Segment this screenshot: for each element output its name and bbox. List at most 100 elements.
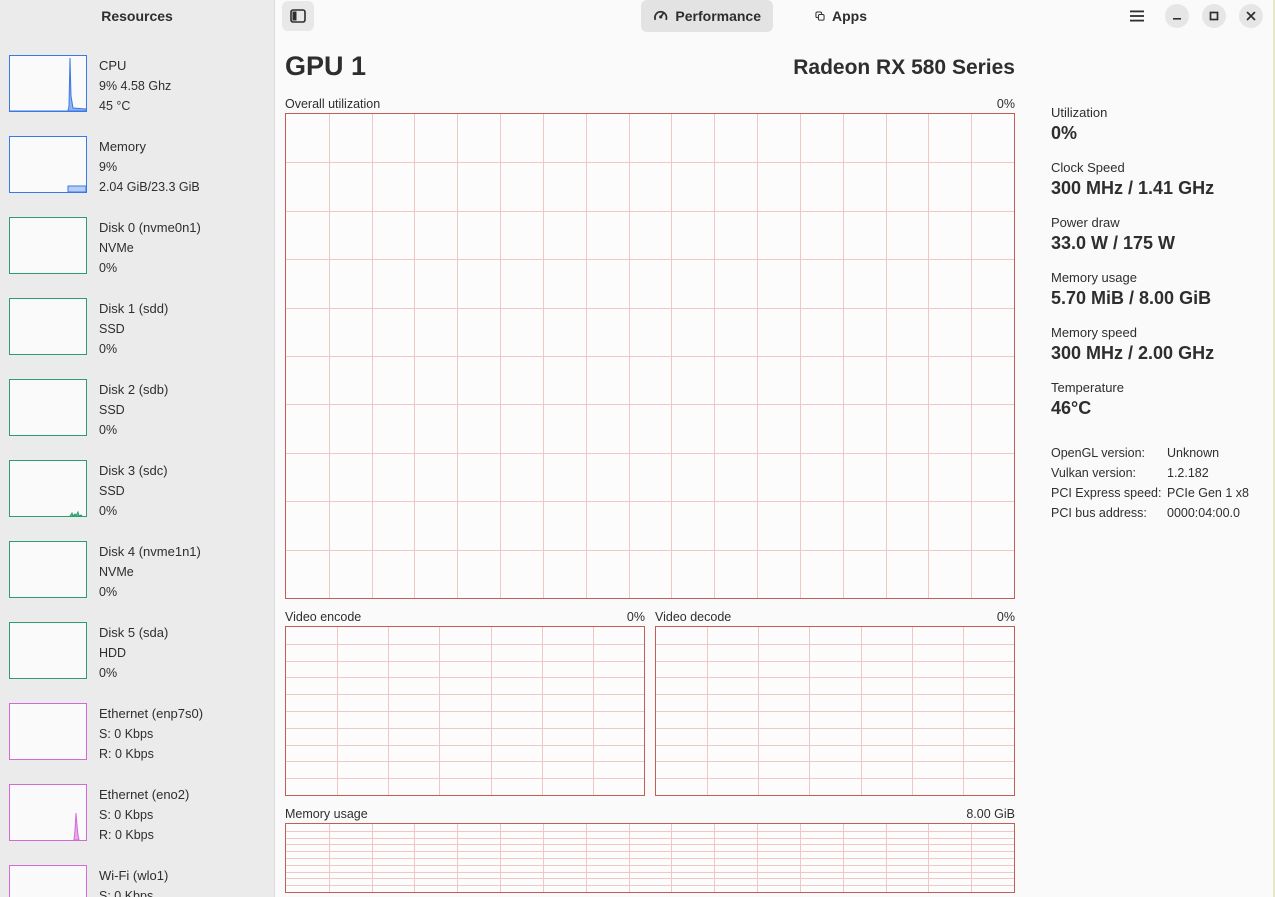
sidebar-item-disk-0-nvme0n1[interactable]: Disk 0 (nvme0n1) NVMe 0%: [9, 217, 269, 277]
overall-utilization-graph: [285, 113, 1015, 599]
sidebar: Resources CPU 9% 4.58 Ghz 45 °C Memory 9% 2.0…: [0, 0, 275, 897]
resource-text: Disk 2 (sdb) SSD 0%: [99, 380, 168, 440]
resource-thumbnail-graph: [9, 379, 87, 436]
resource-text: Ethernet (enp7s0) S: 0 Kbps R: 0 Kbps: [99, 704, 203, 764]
resource-detail-2: R: 0 Kbps: [99, 747, 154, 761]
video-decode-label: Video decode: [655, 610, 732, 624]
overall-utilization-label: Overall utilization: [285, 97, 381, 111]
stat-value: 33.0 W / 175 W: [1051, 233, 1176, 253]
maximize-icon: [1209, 11, 1219, 21]
tab-apps[interactable]: Apps: [803, 0, 879, 32]
stat-value: 300 MHz / 1.41 GHz: [1051, 178, 1215, 198]
thumbnail-graph-line: [73, 812, 80, 840]
resource-detail-2: 0%: [99, 342, 118, 356]
gpu-info-table: OpenGL version: Unknown Vulkan version: 1.2…: [1051, 443, 1249, 523]
main-menu-button[interactable]: [1125, 4, 1149, 28]
stat-label: Utilization: [1051, 105, 1108, 120]
resource-text: Wi-Fi (wlo1) S: 0 Kbps: [99, 866, 168, 897]
gpu-stats-panel: Utilization 0% Clock Speed 300 MHz / 1.41 G…: [1051, 104, 1271, 434]
resource-name: Disk 4 (nvme1n1): [99, 544, 201, 559]
stat-value: 46°C: [1051, 398, 1092, 418]
stat-label: Temperature: [1051, 380, 1124, 395]
info-value: Unknown: [1167, 446, 1220, 460]
memory-usage-graph: [285, 823, 1015, 893]
apps-icon: [815, 11, 825, 21]
resource-name: Wi-Fi (wlo1): [99, 868, 169, 883]
resource-detail-2: 0%: [99, 423, 118, 437]
stat-label: Power draw: [1051, 215, 1120, 230]
sidebar-item-memory[interactable]: Memory 9% 2.04 GiB/23.3 GiB: [9, 136, 269, 196]
resource-name: Ethernet (enp7s0): [99, 706, 204, 721]
resource-detail-1: HDD: [99, 646, 127, 660]
info-key: Vulkan version:: [1051, 466, 1136, 480]
gpu-title: GPU 1: [285, 51, 367, 81]
close-button[interactable]: [1239, 4, 1263, 28]
sidebar-title: Resources: [101, 8, 173, 24]
info-key: OpenGL version:: [1051, 446, 1146, 460]
resource-thumbnail-graph: [9, 136, 87, 193]
sidebar-item-wi-fi-wlo1[interactable]: Wi-Fi (wlo1) S: 0 Kbps: [9, 865, 269, 897]
overall-utilization-value: 0%: [996, 97, 1015, 111]
stat-value: 300 MHz / 2.00 GHz: [1051, 343, 1215, 363]
sidebar-item-disk-3-sdc[interactable]: Disk 3 (sdc) SSD 0%: [9, 460, 269, 520]
info-row: Vulkan version: 1.2.182: [1051, 463, 1249, 483]
resource-detail-2: 0%: [99, 585, 118, 599]
thumbnail-graph-line: [69, 510, 83, 516]
resource-name: Disk 2 (sdb): [99, 382, 169, 397]
tab-performance-label: Performance: [675, 8, 761, 24]
resource-detail-2: 0%: [99, 504, 118, 518]
sidebar-item-disk-5-sda[interactable]: Disk 5 (sda) HDD 0%: [9, 622, 269, 682]
resource-text: Disk 0 (nvme0n1) NVMe 0%: [99, 218, 201, 278]
resource-name: Disk 3 (sdc): [99, 463, 168, 478]
resource-thumbnail-graph: [9, 784, 87, 841]
thumbnail-graph-line: [10, 57, 86, 111]
header-bar: Performance Apps: [275, 0, 1275, 32]
sidebar-toggle-icon: [290, 9, 306, 23]
sidebar-item-disk-1-sdd[interactable]: Disk 1 (sdd) SSD 0%: [9, 298, 269, 358]
tab-apps-label: Apps: [832, 8, 867, 24]
close-icon: [1246, 11, 1256, 21]
stat-label: Memory speed: [1051, 325, 1137, 340]
sidebar-item-cpu[interactable]: CPU 9% 4.58 Ghz 45 °C: [9, 55, 269, 115]
resource-text: CPU 9% 4.58 Ghz 45 °C: [99, 56, 171, 116]
sidebar-item-ethernet-eno2[interactable]: Ethernet (eno2) S: 0 Kbps R: 0 Kbps: [9, 784, 269, 844]
sidebar-item-ethernet-enp7s0[interactable]: Ethernet (enp7s0) S: 0 Kbps R: 0 Kbps: [9, 703, 269, 763]
memory-usage-graph-label: Memory usage: [285, 807, 368, 821]
resource-thumbnail-graph: [9, 865, 87, 897]
resource-detail-1: S: 0 Kbps: [99, 727, 154, 741]
resource-thumbnail-graph: [9, 460, 87, 517]
video-encode-value: 0%: [626, 610, 645, 624]
stat-label: Clock Speed: [1051, 160, 1125, 175]
resource-detail-2: 2.04 GiB/23.3 GiB: [99, 180, 200, 194]
resource-thumbnail-graph: [9, 703, 87, 760]
minimize-button[interactable]: [1165, 4, 1189, 28]
resource-thumbnail-graph: [9, 622, 87, 679]
resource-detail-1: NVMe: [99, 241, 134, 255]
resource-name: Disk 5 (sda): [99, 625, 169, 640]
resource-detail-1: 9%: [99, 160, 118, 174]
resource-detail-2: R: 0 Kbps: [99, 828, 154, 842]
resource-name: Memory: [99, 139, 146, 154]
resource-detail-1: SSD: [99, 403, 125, 417]
stat-value: 0%: [1051, 123, 1078, 143]
minimize-icon: [1173, 18, 1181, 20]
resource-thumbnail-graph: [9, 298, 87, 355]
resource-text: Disk 5 (sda) HDD 0%: [99, 623, 168, 683]
tab-performance[interactable]: Performance: [641, 0, 773, 32]
sidebar-item-disk-4-nvme1n1[interactable]: Disk 4 (nvme1n1) NVMe 0%: [9, 541, 269, 601]
maximize-button[interactable]: [1202, 4, 1226, 28]
toggle-sidebar-button[interactable]: [282, 1, 314, 31]
resource-thumbnail-graph: [9, 217, 87, 274]
video-encode-label: Video encode: [285, 610, 362, 624]
resource-detail-1: NVMe: [99, 565, 134, 579]
video-encode-graph: [285, 626, 645, 796]
sidebar-item-disk-2-sdb[interactable]: Disk 2 (sdb) SSD 0%: [9, 379, 269, 439]
info-row: PCI Express speed: PCIe Gen 1 x8: [1051, 483, 1249, 503]
info-key: PCI Express speed:: [1051, 486, 1162, 500]
gpu-model: Radeon RX 580 Series: [793, 56, 1015, 79]
resource-name: Disk 1 (sdd): [99, 301, 169, 316]
video-decode-graph: [655, 626, 1015, 796]
memory-usage-graph-max: 8.00 GiB: [966, 807, 1015, 821]
resource-detail-1: S: 0 Kbps: [99, 889, 154, 897]
resource-text: Disk 4 (nvme1n1) NVMe 0%: [99, 542, 201, 602]
